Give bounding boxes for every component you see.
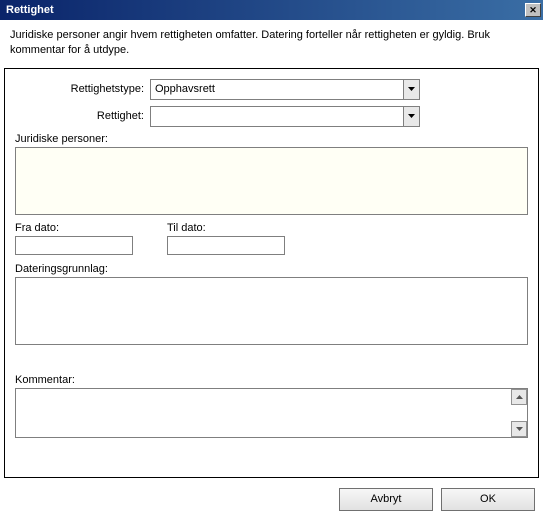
close-icon: ✕: [529, 6, 537, 15]
chevron-down-icon: [516, 427, 523, 431]
row-rettighet: Rettighet:: [15, 106, 528, 127]
textarea-kommentar[interactable]: [16, 389, 510, 437]
description-text: Juridiske personer angir hvem rettighete…: [0, 20, 543, 68]
chevron-up-icon: [516, 395, 523, 399]
ok-button[interactable]: OK: [441, 488, 535, 511]
col-fra-dato: Fra dato:: [15, 222, 133, 255]
input-til-dato[interactable]: [167, 236, 285, 255]
row-rettighetstype: Rettighetstype:: [15, 79, 528, 100]
label-grunnlag: Dateringsgrunnlag:: [15, 263, 528, 275]
label-rettighetstype: Rettighetstype:: [15, 83, 150, 95]
input-rettighet[interactable]: [150, 106, 403, 127]
input-fra-dato[interactable]: [15, 236, 133, 255]
label-kommentar: Kommentar:: [15, 374, 528, 386]
footer-buttons: Avbryt OK: [0, 482, 543, 517]
label-rettighet: Rettighet:: [15, 110, 150, 122]
combo-rettighetstype[interactable]: [150, 79, 420, 100]
textarea-juridiske[interactable]: [15, 147, 528, 215]
input-rettighetstype[interactable]: [150, 79, 403, 100]
col-til-dato: Til dato:: [167, 222, 285, 255]
scroll-down-button[interactable]: [511, 421, 527, 437]
textarea-grunnlag[interactable]: [15, 277, 528, 345]
close-button[interactable]: ✕: [525, 3, 541, 17]
dropdown-rettighet[interactable]: [403, 106, 420, 127]
form-panel: Rettighetstype: Rettighet: Juridiske per…: [4, 68, 539, 478]
title-bar: Rettighet ✕: [0, 0, 543, 20]
label-juridiske: Juridiske personer:: [15, 133, 528, 145]
scroll-up-button[interactable]: [511, 389, 527, 405]
window-title: Rettighet: [6, 4, 525, 16]
kommentar-container: [15, 388, 528, 438]
cancel-button[interactable]: Avbryt: [339, 488, 433, 511]
label-fra-dato: Fra dato:: [15, 222, 133, 234]
chevron-down-icon: [408, 87, 415, 91]
label-til-dato: Til dato:: [167, 222, 285, 234]
dropdown-rettighetstype[interactable]: [403, 79, 420, 100]
dates-row: Fra dato: Til dato:: [15, 222, 528, 255]
chevron-down-icon: [408, 114, 415, 118]
combo-rettighet[interactable]: [150, 106, 420, 127]
